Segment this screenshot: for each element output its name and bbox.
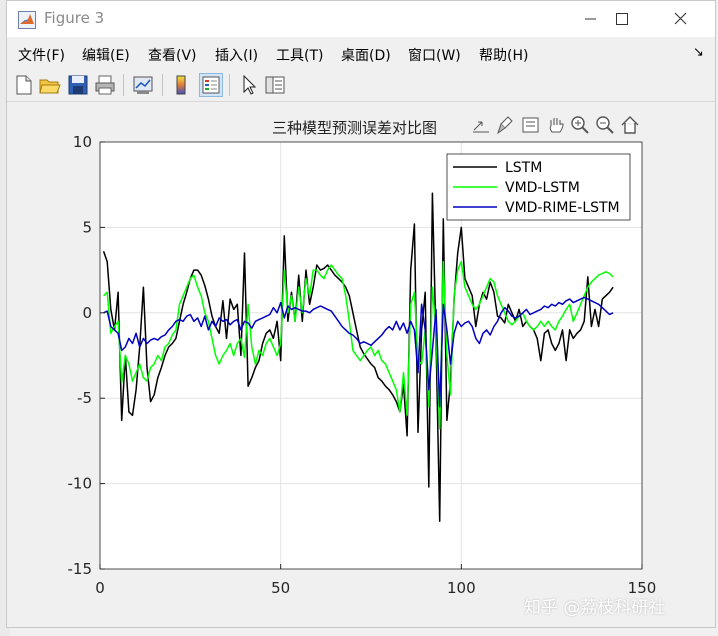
legend[interactable]: LSTM VMD-LSTM VMD-RIME-LSTM	[446, 153, 631, 221]
pan-hand-icon[interactable]	[545, 114, 567, 136]
y-tick-label: -10	[68, 475, 93, 493]
export-icon[interactable]	[470, 114, 492, 136]
watermark-text: 知乎 @荔枝科研社	[524, 598, 666, 618]
prediction-error-chart[interactable]: 0 50 100 150 1050-5-10-15 LSTMVMD-LSTMVMD-R…	[0, 0, 718, 636]
x-tick-label: 100	[447, 579, 476, 597]
y-tick-labels: 10 5 0 -5 -10 -15	[68, 133, 105, 578]
x-tick-label: 50	[271, 579, 290, 597]
data-tips-icon[interactable]	[520, 114, 542, 136]
x-tick-label: 0	[95, 579, 105, 597]
y-tick-label: -15	[68, 560, 93, 578]
y-tick-label: 0	[82, 304, 92, 322]
zoom-in-icon[interactable]	[569, 114, 591, 136]
legend-label: LSTM	[505, 160, 542, 176]
home-icon[interactable]	[619, 114, 641, 136]
y-tick-label: -5	[77, 389, 92, 407]
zoom-out-icon[interactable]	[594, 114, 616, 136]
legend-label: VMD-LSTM	[505, 180, 580, 196]
chart-title: 三种模型预测误差对比图	[272, 119, 438, 137]
y-tick-label: 10	[73, 133, 92, 151]
legend-label: VMD-RIME-LSTM	[505, 200, 620, 216]
brush-icon[interactable]	[495, 114, 517, 136]
y-tick-label: 5	[82, 218, 92, 236]
